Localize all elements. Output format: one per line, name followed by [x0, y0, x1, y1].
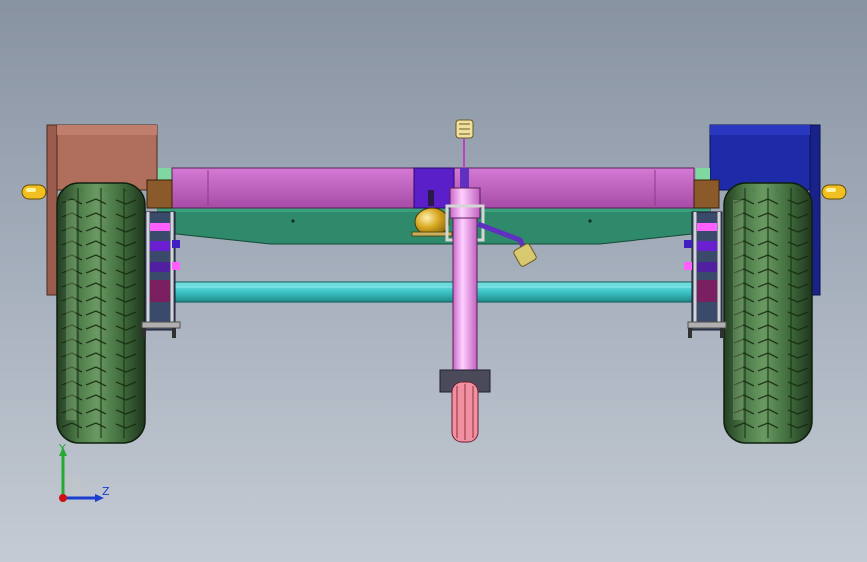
- right-frame-end: [693, 179, 720, 209]
- right-tire[interactable]: [723, 182, 813, 444]
- axle[interactable]: [169, 281, 701, 303]
- trailer-model[interactable]: [0, 0, 867, 562]
- left-frame-end: [146, 179, 173, 209]
- left-tire[interactable]: [56, 182, 146, 444]
- left-side-lamp: [21, 184, 47, 200]
- y-axis-label: Y: [59, 442, 66, 455]
- left-suspension[interactable]: [141, 211, 181, 338]
- coordinate-triad: Y Z: [48, 440, 128, 510]
- z-axis-label: Z: [102, 485, 110, 498]
- x-axis-origin: [59, 494, 67, 502]
- cad-viewport[interactable]: Y Z: [0, 0, 867, 562]
- right-side-lamp: [821, 184, 847, 200]
